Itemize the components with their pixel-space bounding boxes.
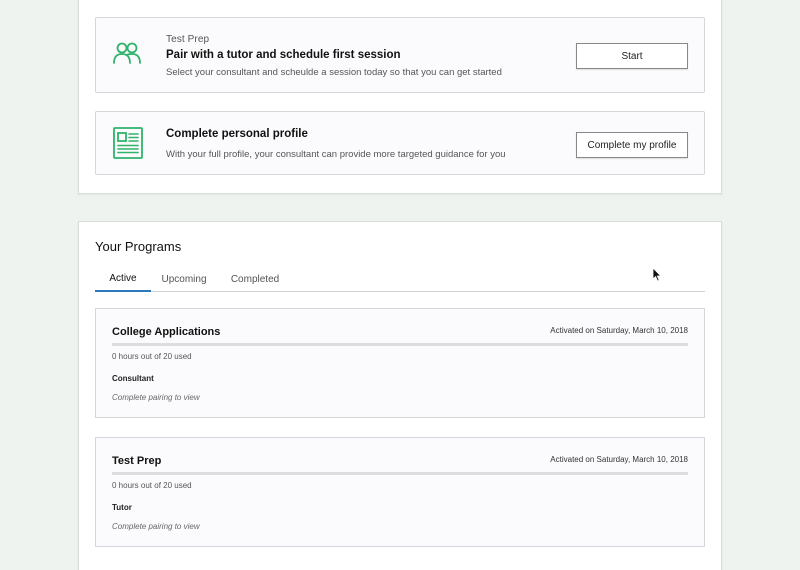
- complete-profile-button[interactable]: Complete my profile: [576, 132, 688, 158]
- tab-completed[interactable]: Completed: [231, 266, 279, 292]
- program-tabs: Active Upcoming Completed: [95, 266, 705, 292]
- hours-usage: 0 hours out of 20 used: [112, 481, 192, 490]
- hours-progress-bar: [112, 472, 688, 475]
- program-card-test-prep: Test Prep Activated on Saturday, March 1…: [95, 437, 705, 547]
- task-category: Test Prep: [166, 34, 210, 45]
- program-activation-date: Activated on Saturday, March 10, 2018: [550, 326, 688, 335]
- hours-progress-bar: [112, 343, 688, 346]
- programs-panel: Your Programs Active Upcoming Completed …: [78, 221, 722, 570]
- tab-active[interactable]: Active: [95, 266, 151, 292]
- task-description: With your full profile, your consultant …: [166, 149, 506, 160]
- task-description: Select your consultant and scheulde a se…: [166, 67, 502, 78]
- pairing-note: Complete pairing to view: [112, 393, 200, 402]
- task-text: Complete personal profile With your full…: [166, 128, 506, 160]
- program-card-college-applications: College Applications Activated on Saturd…: [95, 308, 705, 418]
- program-activation-date: Activated on Saturday, March 10, 2018: [550, 455, 688, 464]
- mouse-cursor-icon: [652, 267, 662, 287]
- users-icon: [112, 41, 142, 70]
- hours-usage: 0 hours out of 20 used: [112, 352, 192, 361]
- task-card-pair-tutor: Test Prep Pair with a tutor and schedule…: [95, 17, 705, 93]
- program-name: College Applications: [112, 326, 221, 338]
- program-role-label: Tutor: [112, 503, 132, 512]
- onboarding-panel: Test Prep Pair with a tutor and schedule…: [78, 0, 722, 194]
- task-title: Complete personal profile: [166, 128, 308, 140]
- task-title: Pair with a tutor and schedule first ses…: [166, 49, 401, 61]
- page: Test Prep Pair with a tutor and schedule…: [0, 0, 800, 570]
- start-button[interactable]: Start: [576, 43, 688, 69]
- program-role-label: Consultant: [112, 374, 154, 383]
- profile-document-icon: [112, 126, 144, 165]
- task-text: Test Prep Pair with a tutor and schedule…: [166, 34, 502, 78]
- pairing-note: Complete pairing to view: [112, 522, 200, 531]
- programs-title: Your Programs: [95, 239, 182, 254]
- task-card-complete-profile: Complete personal profile With your full…: [95, 111, 705, 175]
- program-name: Test Prep: [112, 455, 162, 467]
- tab-upcoming[interactable]: Upcoming: [161, 266, 206, 292]
